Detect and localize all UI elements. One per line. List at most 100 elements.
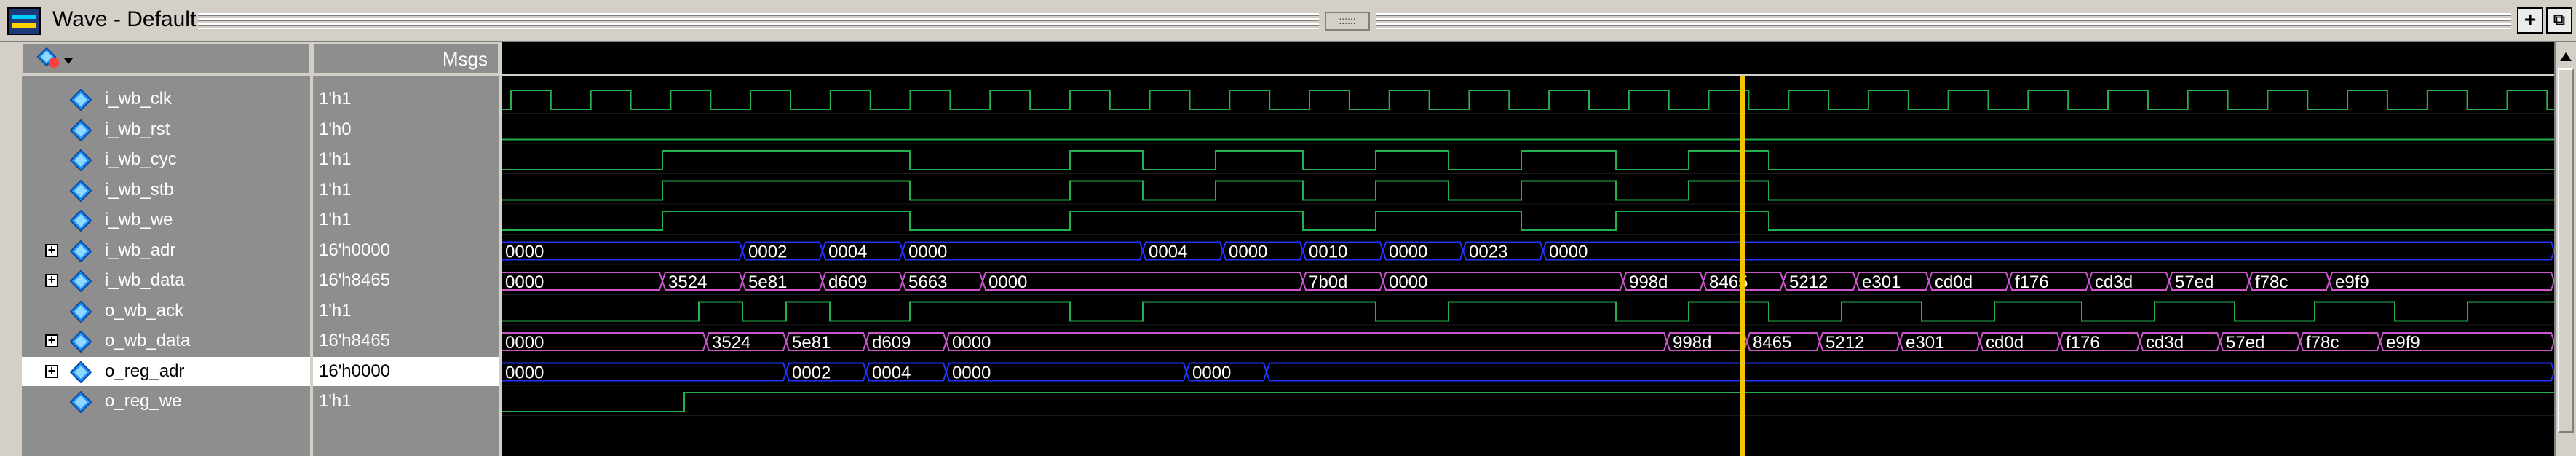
signal-row-i-wb-we[interactable]: i_wb_we	[22, 205, 310, 235]
wave-o-wb-data-label: 5e81	[792, 333, 831, 353]
expand-plus-icon[interactable]: +	[45, 334, 58, 347]
wave-o-reg-adr-segment	[1265, 362, 2554, 382]
signal-names-pane: i_wb_clk i_wb_rst i_wb_cyc i_wb_stb i_wb_we +…	[22, 76, 310, 456]
signal-value-row: 1'h1	[313, 387, 499, 416]
signal-name: i_wb_rst	[105, 119, 170, 139]
signal-row-o-reg-adr[interactable]: + o_reg_adr	[22, 356, 310, 386]
signal-value-row: 1'h1	[313, 176, 499, 205]
signal-value-row: 16'h8465	[313, 326, 499, 355]
wave-o-wb-data-label: cd0d	[1986, 333, 2024, 353]
titlebar-grip-handle[interactable]: ::::::	[1325, 12, 1370, 31]
signal-value: 1'h1	[319, 210, 352, 229]
wave-o-wb-data-segment	[945, 332, 1668, 351]
signal-value: 16'h0000	[319, 361, 391, 381]
wave-i-wb-data-label: f176	[2015, 272, 2049, 292]
signal-diamond-icon	[70, 119, 92, 141]
signal-value-row: 1'h1	[313, 84, 499, 114]
timeline-header	[502, 42, 2554, 74]
signal-row-i-wb-adr[interactable]: + i_wb_adr	[22, 236, 310, 265]
signal-diamond-icon	[70, 89, 92, 111]
signal-diamond-icon	[70, 391, 92, 413]
add-pane-button[interactable]: +	[2517, 7, 2543, 34]
signal-name: o_reg_adr	[105, 361, 185, 381]
signal-row-o-wb-data[interactable]: + o_wb_data	[22, 326, 310, 355]
wave-i-wb-cyc	[502, 150, 2554, 170]
signal-row-i-wb-rst[interactable]: i_wb_rst	[22, 115, 310, 144]
signal-value: 1'h0	[319, 119, 352, 139]
vertical-scrollbar[interactable]	[2554, 42, 2576, 456]
waveform-canvas[interactable]: 0000 0002 0004 0000 0004 0000 0010 0000 0023 0000…	[502, 76, 2554, 456]
signal-name: i_wb_data	[105, 270, 185, 290]
wave-i-wb-data-label: e9f9	[2335, 272, 2369, 292]
signal-row-i-wb-clk[interactable]: i_wb_clk	[22, 84, 310, 114]
wave-i-wb-data-label: d609	[828, 272, 867, 292]
wave-i-wb-data-label: f78c	[2255, 272, 2288, 292]
expand-plus-icon[interactable]: +	[45, 243, 58, 257]
waveform-pane[interactable]: 0000 0002 0004 0000 0004 0000 0010 0000 0023 0000…	[502, 76, 2554, 456]
wave-i-wb-data-label: 998d	[1629, 272, 1668, 292]
signal-name: i_wb_cyc	[105, 149, 177, 169]
signal-names-header	[22, 42, 310, 74]
wave-i-wb-adr-label: 0010	[1309, 243, 1347, 262]
signal-row-i-wb-stb[interactable]: i_wb_stb	[22, 176, 310, 205]
wave-window-icon	[7, 7, 41, 35]
scrollbar-thumb[interactable]	[2558, 68, 2574, 433]
wave-o-wb-data-label: 0000	[505, 333, 544, 353]
wave-i-wb-data-label: 5663	[908, 272, 947, 292]
wave-i-wb-data-label: 0000	[505, 272, 544, 292]
wave-i-wb-adr-label: 0023	[1469, 243, 1507, 262]
signal-row-i-wb-cyc[interactable]: i_wb_cyc	[22, 145, 310, 174]
signal-diamond-icon	[70, 361, 92, 383]
wave-o-wb-data-label: e9f9	[2386, 333, 2420, 353]
signal-values-pane: 1'h1 1'h0 1'h1 1'h1 1'h1 16'h0000 16'h8465 1'h1…	[313, 76, 499, 456]
signal-name: i_wb_adr	[105, 240, 176, 260]
signal-value-row: 1'h1	[313, 145, 499, 174]
expand-plus-icon[interactable]: +	[45, 273, 58, 287]
signal-value-row: 16'h8465	[313, 266, 499, 295]
scroll-up-arrow-icon[interactable]	[2560, 52, 2572, 61]
signal-diamond-icon	[70, 149, 92, 171]
wave-i-wb-adr-label: 0004	[1149, 243, 1187, 262]
signal-row-i-wb-data[interactable]: + i_wb_data	[22, 266, 310, 295]
signal-row-o-reg-we[interactable]: o_reg_we	[22, 387, 310, 416]
signal-diamond-icon	[70, 240, 92, 262]
wave-o-reg-adr-label: 0000	[952, 363, 991, 383]
signal-value: 16'h0000	[319, 240, 391, 260]
signal-value: 1'h1	[319, 89, 352, 109]
signal-value: 1'h1	[319, 179, 352, 200]
msgs-label: Msgs	[442, 48, 488, 70]
wave-i-wb-data-label: cd0d	[1935, 272, 1973, 292]
signal-name: i_wb_clk	[105, 89, 173, 109]
wave-o-wb-data-label: 8465	[1753, 333, 1791, 353]
titlebar-grip-right[interactable]	[1376, 13, 2511, 29]
signal-value-row: 1'h0	[313, 115, 499, 144]
wave-i-wb-adr-label: 0000	[908, 243, 947, 262]
titlebar-grip-left[interactable]	[198, 13, 1319, 29]
signal-name: o_reg_we	[105, 391, 182, 411]
signal-value: 16'h8465	[319, 270, 391, 290]
signal-name: o_wb_data	[105, 331, 191, 350]
wave-o-wb-data-label: e301	[1906, 333, 1944, 353]
wave-i-wb-adr-label: 0004	[828, 243, 867, 262]
signal-row-o-wb-ack[interactable]: o_wb_ack	[22, 296, 310, 326]
signal-diamond-icon	[70, 270, 92, 292]
left-gutter	[0, 76, 22, 456]
signal-type-menu-icon[interactable]	[36, 47, 76, 71]
wave-o-reg-adr-label: 0000	[1192, 363, 1231, 383]
signal-value: 16'h8465	[319, 331, 391, 350]
signal-value-row: 16'h0000	[313, 236, 499, 265]
wave-i-wb-adr-label: 0000	[505, 243, 544, 262]
window-title: Wave - Default	[52, 7, 197, 31]
signal-name: i_wb_stb	[105, 179, 174, 200]
signal-diamond-icon	[70, 300, 92, 323]
wave-i-wb-data-label: 5212	[1789, 272, 1828, 292]
signal-name: i_wb_we	[105, 210, 173, 229]
expand-plus-icon[interactable]: +	[45, 364, 58, 378]
wave-i-wb-adr-label: 0000	[1229, 243, 1267, 262]
signal-diamond-icon	[70, 331, 92, 353]
wave-o-wb-data-label: cd3d	[2146, 333, 2184, 353]
undock-button[interactable]: ⧉	[2546, 7, 2572, 34]
wave-o-wb-ack	[502, 301, 2554, 322]
signal-diamond-icon	[70, 179, 92, 202]
wave-i-wb-adr-label: 0002	[748, 243, 787, 262]
